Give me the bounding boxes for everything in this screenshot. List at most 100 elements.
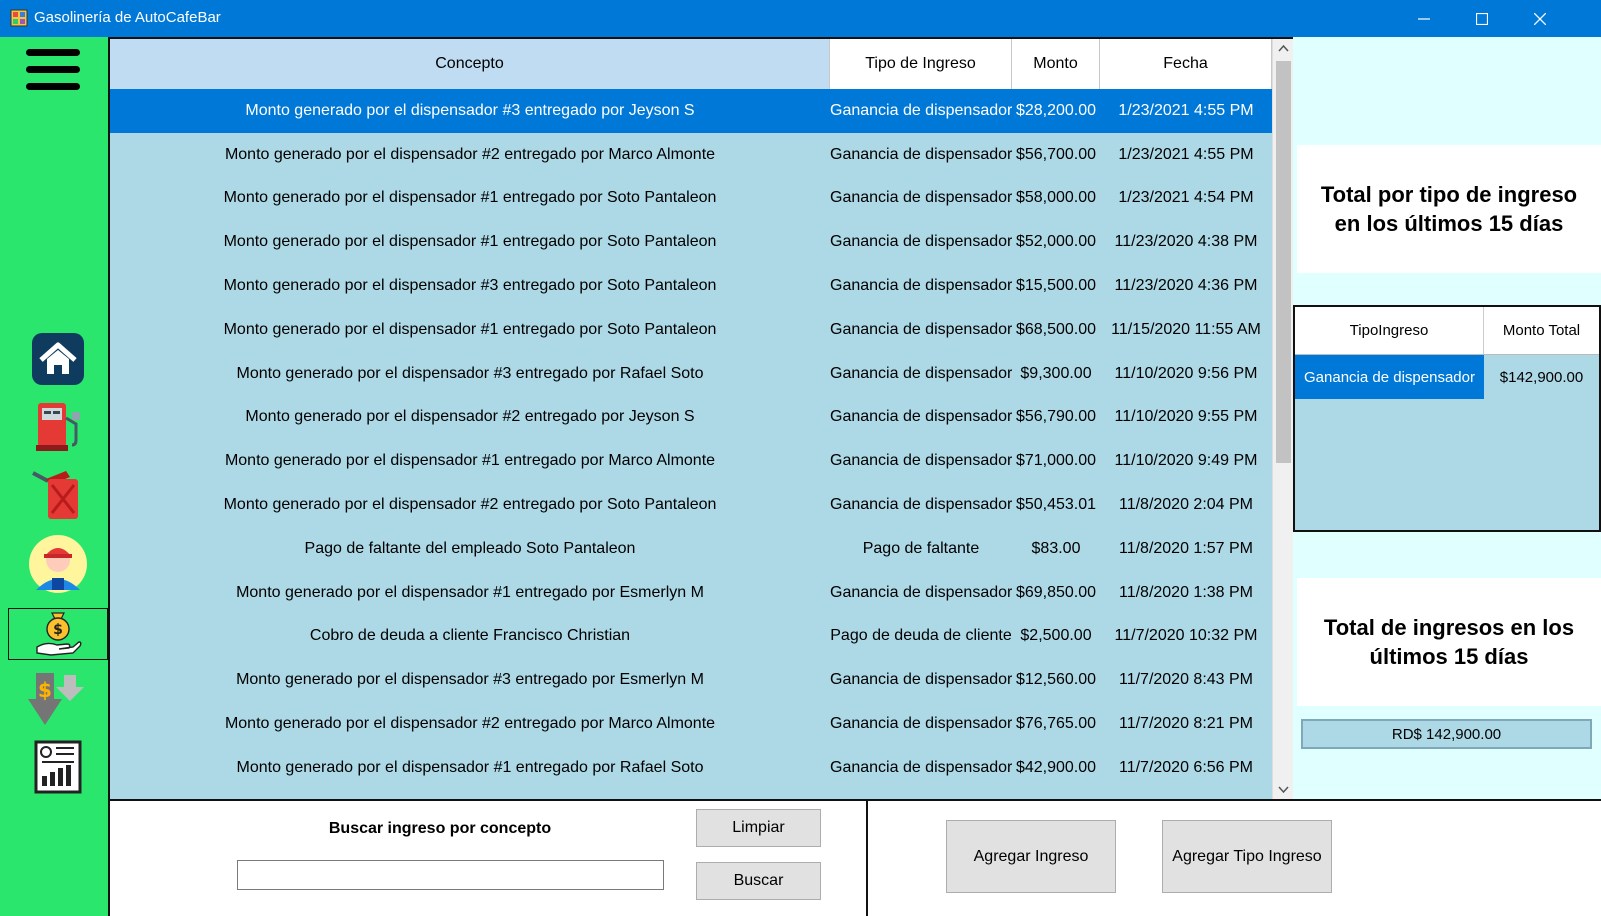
vertical-scrollbar[interactable] [1272,39,1293,799]
scroll-down-icon[interactable] [1278,786,1289,794]
income-grid[interactable]: Concepto Tipo de Ingreso Monto Fecha Mon… [110,37,1293,799]
cell-tipo: Ganancia de dispensador [830,671,1012,689]
cell-monto: $56,790.00 [1015,408,1097,426]
maximize-icon [1476,12,1488,25]
svg-text:$: $ [38,678,52,702]
table-row[interactable]: Monto generado por el dispensador #3 ent… [110,658,1272,702]
column-header-monto[interactable]: Monto [1012,39,1100,89]
column-header-concepto[interactable]: Concepto [110,39,830,89]
table-row[interactable]: Monto generado por el dispensador #2 ent… [110,396,1272,440]
minimize-button[interactable] [1395,0,1453,37]
cell-monto: $12,560.00 [1015,671,1097,689]
cell-tipoingreso: Ganancia de dispensador [1295,355,1484,399]
cell-monto: $68,500.00 [1015,320,1097,338]
cell-fecha: 11/7/2020 6:56 PM [1118,758,1254,776]
cell-monto: $9,300.00 [1020,364,1092,382]
menu-icon[interactable] [26,49,80,91]
money-bag-hand-icon: $ [36,612,82,656]
employee-icon [29,535,87,593]
clear-button[interactable]: Limpiar [696,809,821,847]
summary-grid-header: TipoIngreso Monto Total [1295,307,1599,355]
report-icon [34,740,82,794]
cell-tipo: Ganancia de dispensador [830,496,1012,514]
cell-monto: $42,900.00 [1015,758,1097,776]
column-header-tipo[interactable]: Tipo de Ingreso [830,39,1012,89]
home-icon [32,333,84,385]
cell-tipo: Ganancia de dispensador [830,101,1012,119]
table-row[interactable]: Monto generado por el dispensador #1 ent… [110,439,1272,483]
cell-fecha: 11/8/2020 1:57 PM [1118,539,1254,557]
sidebar-item-employees[interactable] [8,535,108,593]
add-income-type-button[interactable]: Agregar Tipo Ingreso [1162,820,1332,893]
sidebar-item-home[interactable] [8,331,108,387]
table-row[interactable]: Pago de faltante del empleado Soto Panta… [110,527,1272,571]
column-header-tipoingreso[interactable]: TipoIngreso [1295,307,1484,354]
sidebar-item-expenses[interactable]: $ [8,671,108,727]
table-row[interactable]: Monto generado por el dispensador #2 ent… [110,133,1272,177]
cell-concepto: Monto generado por el dispensador #3 ent… [245,101,695,119]
cell-fecha: 11/10/2020 9:56 PM [1114,364,1258,382]
fuel-pump-icon [36,403,80,451]
close-button[interactable] [1511,0,1569,37]
table-row[interactable]: Monto generado por el dispensador #2 ent… [110,702,1272,746]
table-row[interactable]: Monto generado por el dispensador #1 ent… [110,746,1272,790]
table-row[interactable]: Monto generado por el dispensador #1 ent… [110,177,1272,221]
grid-body: Monto generado por el dispensador #3 ent… [110,89,1272,790]
total-by-type-grid[interactable]: TipoIngreso Monto Total Ganancia de disp… [1293,305,1601,532]
cell-fecha: 11/8/2020 1:38 PM [1118,583,1254,601]
cell-monto: $15,500.00 [1015,277,1097,295]
table-row[interactable]: Monto generado por el dispensador #1 ent… [110,571,1272,615]
table-row[interactable]: Monto generado por el dispensador #1 ent… [110,308,1272,352]
cell-tipo: Ganancia de dispensador [830,320,1012,338]
cell-concepto: Monto generado por el dispensador #2 ent… [224,145,716,163]
bottom-divider [866,799,868,916]
table-row[interactable]: Monto generado por el dispensador #1 ent… [110,220,1272,264]
cell-fecha: 11/7/2020 8:43 PM [1118,671,1254,689]
cell-tipo: Pago de faltante [862,539,980,557]
cell-concepto: Cobro de deuda a cliente Francisco Chris… [309,627,631,645]
cell-tipo: Ganancia de dispensador [830,452,1012,470]
cell-fecha: 11/15/2020 11:55 AM [1111,320,1261,338]
search-button[interactable]: Buscar [696,862,821,900]
cell-fecha: 11/23/2020 4:38 PM [1114,233,1258,251]
window-title: Gasolinería de AutoCafeBar [34,9,221,26]
table-row[interactable]: Monto generado por el dispensador #3 ent… [110,352,1272,396]
sidebar-item-income[interactable]: $ [8,608,108,660]
search-input[interactable] [237,860,664,890]
total-by-type-title: Total por tipo de ingreso en los últimos… [1297,145,1601,273]
sidebar-item-fuel[interactable] [8,467,108,523]
cell-monto: $83.00 [1031,539,1081,557]
column-header-fecha[interactable]: Fecha [1100,39,1272,89]
table-row[interactable]: Cobro de deuda a cliente Francisco Chris… [110,615,1272,659]
cell-monto: $28,200.00 [1015,101,1097,119]
table-row[interactable]: Monto generado por el dispensador #3 ent… [110,89,1272,133]
add-income-button[interactable]: Agregar Ingreso [946,820,1116,893]
sidebar-item-dispensers[interactable] [8,398,108,454]
minimize-icon [1418,17,1430,20]
scrollbar-thumb[interactable] [1276,61,1291,463]
close-icon [1534,12,1546,25]
gas-can-icon [32,471,78,519]
money-down-arrow-icon: $ [28,673,84,725]
cell-monto: $50,453.01 [1015,496,1097,514]
cell-fecha: 11/7/2020 8:21 PM [1118,715,1254,733]
cell-fecha: 11/23/2020 4:36 PM [1114,277,1258,295]
column-header-monto-total[interactable]: Monto Total [1484,307,1599,354]
title-bar: Gasolinería de AutoCafeBar [0,0,1601,37]
cell-concepto: Monto generado por el dispensador #1 ent… [223,233,717,251]
cell-fecha: 11/7/2020 10:32 PM [1114,627,1258,645]
maximize-button[interactable] [1453,0,1511,37]
table-row[interactable]: Monto generado por el dispensador #3 ent… [110,264,1272,308]
cell-concepto: Monto generado por el dispensador #3 ent… [236,671,704,689]
cell-tipo: Ganancia de dispensador [830,715,1012,733]
cell-fecha: 11/8/2020 2:04 PM [1118,496,1254,514]
table-row[interactable]: Monto generado por el dispensador #2 ent… [110,483,1272,527]
cell-tipo: Ganancia de dispensador [830,408,1012,426]
scroll-up-icon[interactable] [1278,44,1289,52]
cell-concepto: Monto generado por el dispensador #1 ent… [224,452,716,470]
summary-row[interactable]: Ganancia de dispensador $142,900.00 [1295,355,1599,399]
cell-concepto: Monto generado por el dispensador #2 ent… [245,408,695,426]
search-label: Buscar ingreso por concepto [328,820,552,837]
sidebar-item-reports[interactable] [8,739,108,795]
cell-concepto: Pago de faltante del empleado Soto Panta… [304,539,636,557]
